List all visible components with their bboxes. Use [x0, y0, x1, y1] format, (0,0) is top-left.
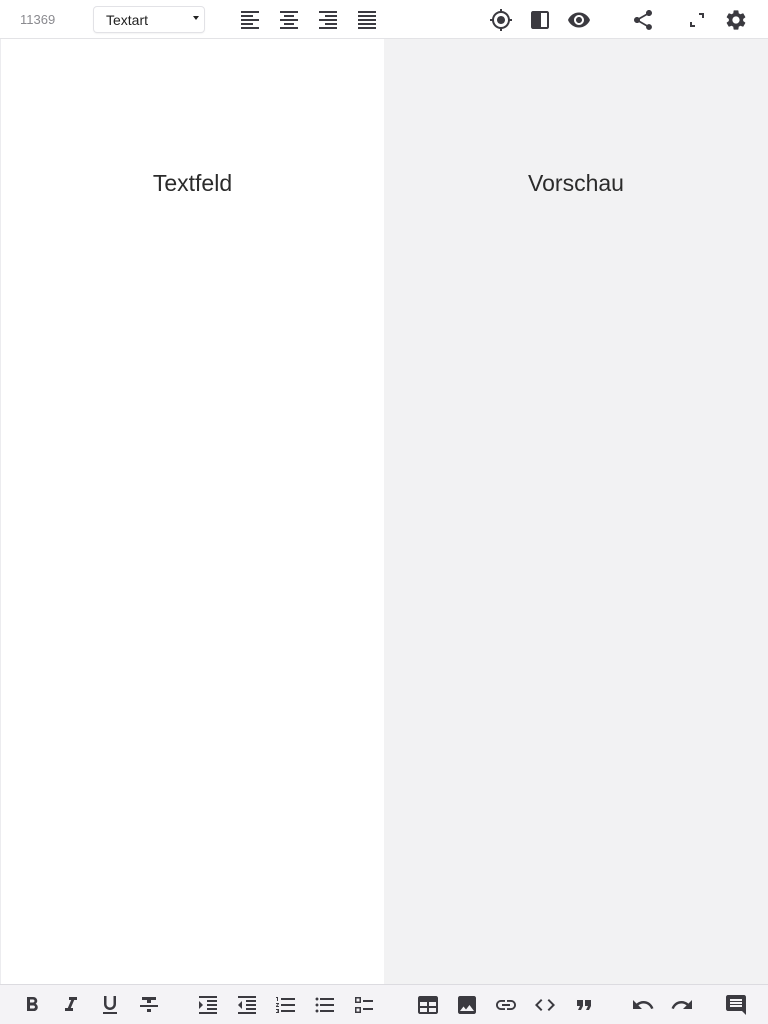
share-icon[interactable] — [631, 8, 655, 32]
chevron-down-icon — [193, 16, 199, 20]
checklist-icon[interactable] — [352, 993, 376, 1017]
quote-icon[interactable] — [572, 993, 596, 1017]
redo-icon[interactable] — [670, 993, 694, 1017]
crosshair-icon[interactable] — [489, 8, 513, 32]
bulleted-list-icon[interactable] — [313, 993, 337, 1017]
character-counter: 11369 — [20, 12, 56, 27]
gear-icon[interactable] — [724, 8, 748, 32]
preview-placeholder: Vorschau — [528, 170, 624, 196]
image-icon[interactable] — [455, 993, 479, 1017]
code-icon[interactable] — [533, 993, 557, 1017]
underline-icon[interactable] — [98, 993, 122, 1017]
strikethrough-icon[interactable] — [137, 993, 161, 1017]
table-icon[interactable] — [416, 993, 440, 1017]
text-type-select[interactable]: Textart — [94, 7, 204, 32]
preview-pane: Vorschau — [384, 39, 768, 984]
align-right-icon[interactable] — [316, 8, 340, 32]
fullscreen-icon[interactable] — [685, 8, 709, 32]
undo-icon[interactable] — [631, 993, 655, 1017]
numbered-list-icon[interactable] — [274, 993, 298, 1017]
indent-increase-icon[interactable] — [196, 993, 220, 1017]
editor-placeholder: Textfeld — [152, 170, 233, 196]
indent-decrease-icon[interactable] — [235, 993, 259, 1017]
italic-icon[interactable] — [59, 993, 83, 1017]
split-view-icon[interactable] — [528, 8, 552, 32]
comment-icon[interactable] — [724, 993, 748, 1017]
format-toolbar — [0, 984, 768, 1024]
editor-textarea[interactable]: Textfeld — [0, 39, 384, 984]
link-icon[interactable] — [494, 993, 518, 1017]
align-left-icon[interactable] — [238, 8, 262, 32]
eye-icon[interactable] — [567, 8, 591, 32]
text-type-value: Textart — [106, 12, 149, 28]
align-justify-icon[interactable] — [355, 8, 379, 32]
align-center-icon[interactable] — [277, 8, 301, 32]
top-toolbar: 11369 Textart — [0, 0, 768, 39]
bold-icon[interactable] — [20, 993, 44, 1017]
